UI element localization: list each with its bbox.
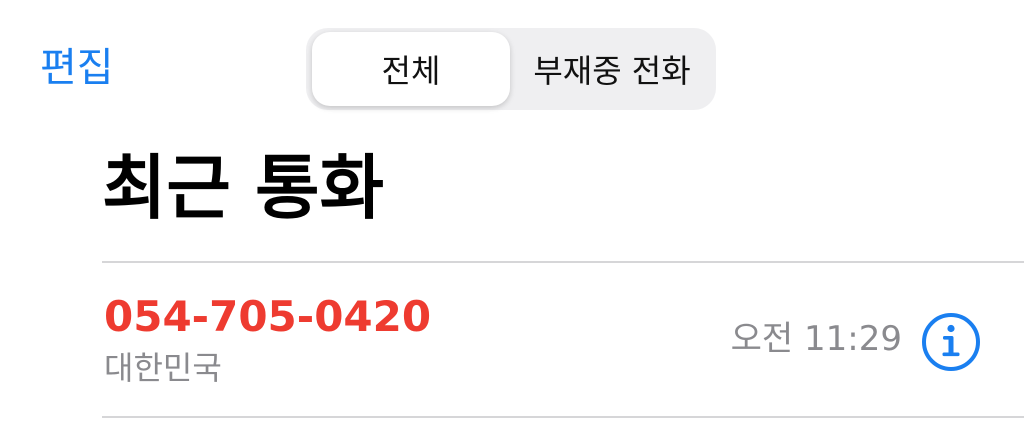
caller-location: 대한민국 [104, 349, 222, 387]
info-icon[interactable] [920, 311, 982, 373]
page-title: 최근 통화 [102, 147, 384, 229]
call-time: 오전 11:29 [730, 319, 902, 359]
edit-button[interactable]: 편집 [40, 42, 114, 94]
call-filter-segmented-control: 전체 부재중 전화 [306, 28, 716, 110]
divider [102, 416, 1024, 418]
caller-number: 054-705-0420 [104, 292, 432, 341]
segment-all[interactable]: 전체 [312, 32, 510, 106]
recents-screen: 편집 전체 부재중 전화 최근 통화 054-705-0420 대한민국 오전 … [0, 0, 1024, 422]
call-list-item[interactable]: 054-705-0420 대한민국 오전 11:29 [102, 263, 1024, 416]
segment-missed[interactable]: 부재중 전화 [512, 32, 712, 106]
